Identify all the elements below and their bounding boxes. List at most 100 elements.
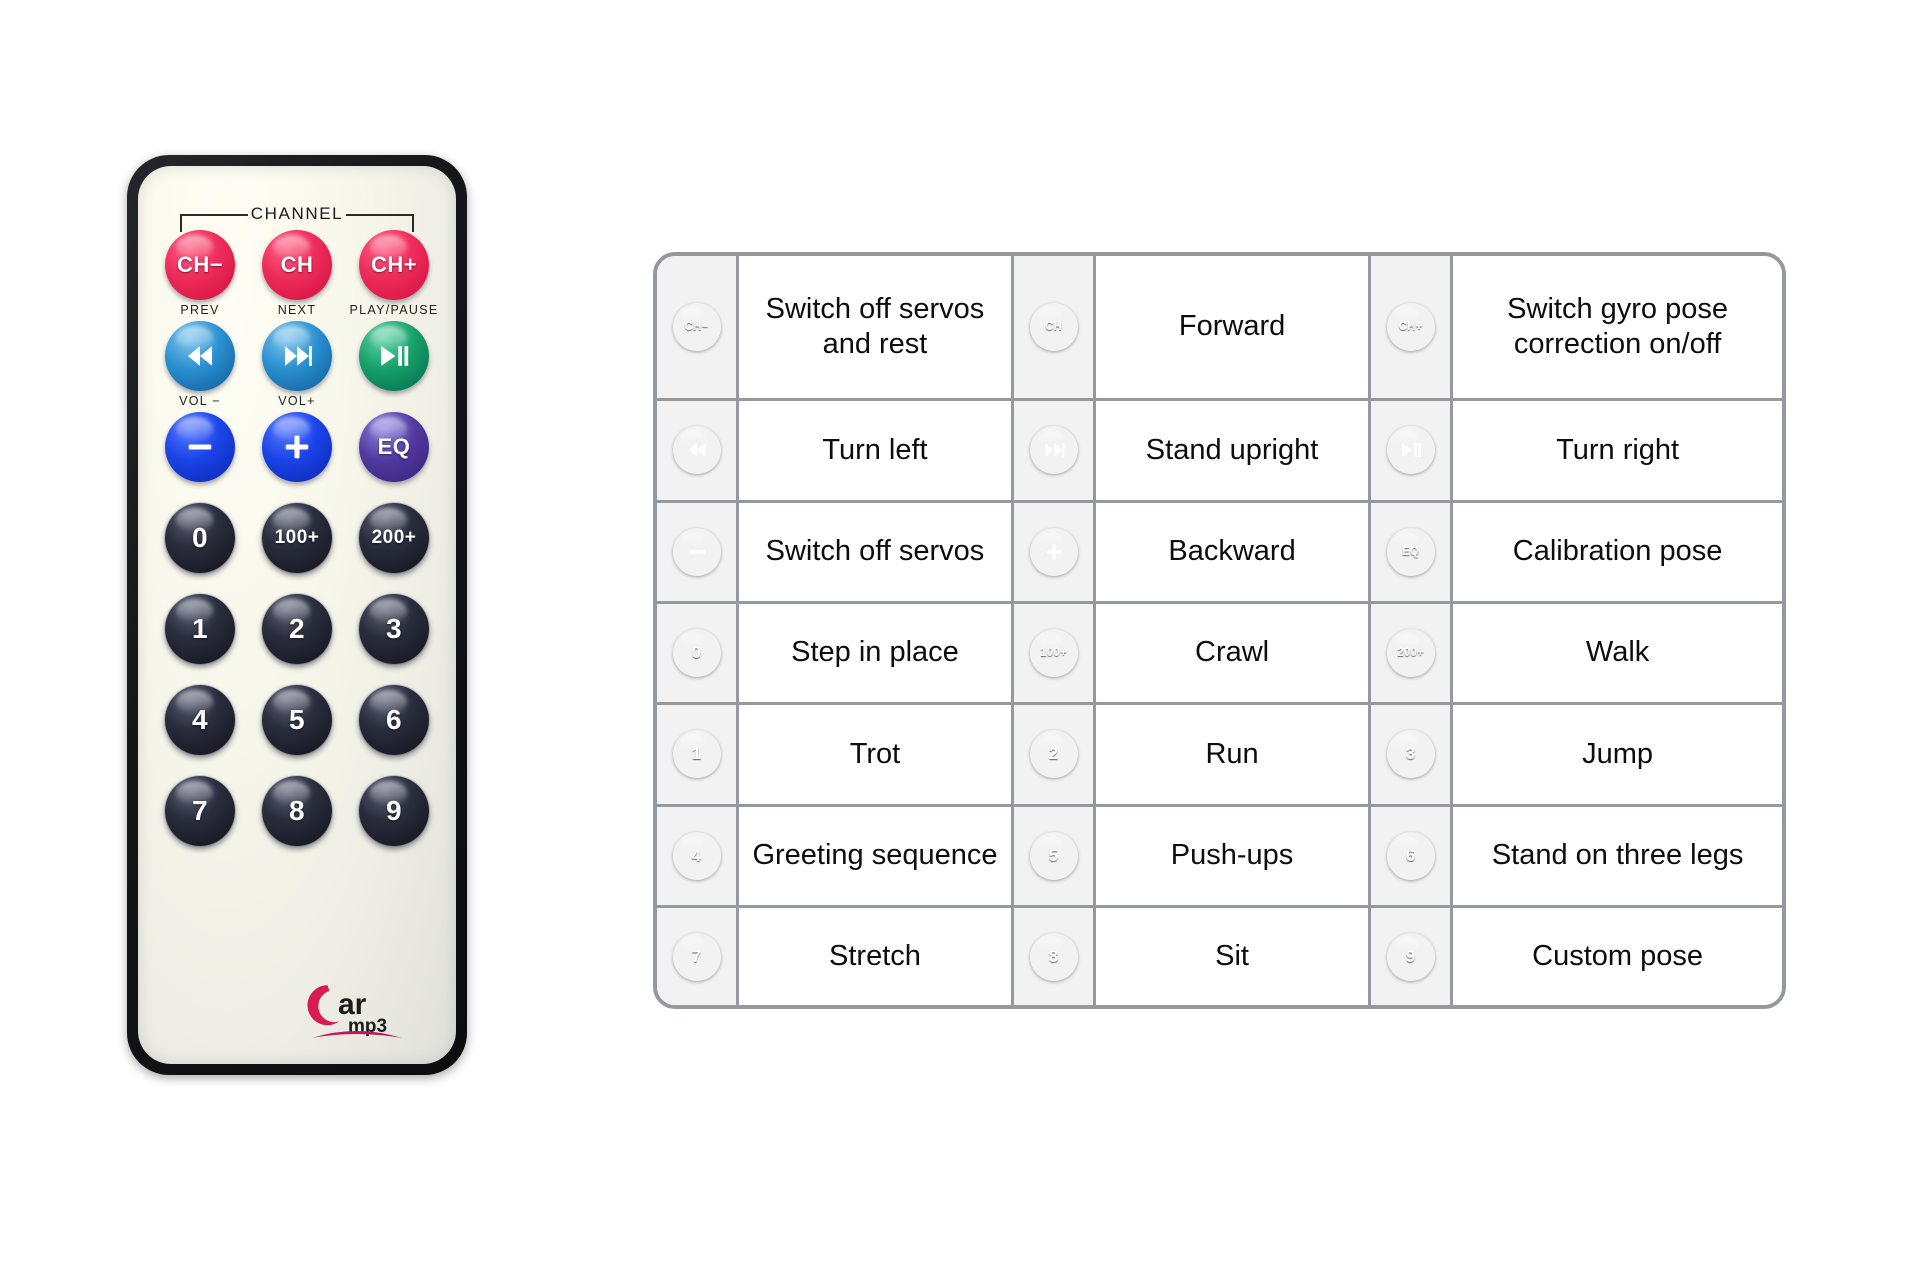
- legend-description-cell: Custom pose: [1450, 905, 1782, 1005]
- remote-button-100-plus[interactable]: 100+: [262, 503, 332, 573]
- remote-button-next-track-glyph-icon: [280, 339, 314, 373]
- remote-button-1-label: 1: [191, 613, 209, 644]
- remote-button-6[interactable]: 6: [359, 685, 429, 755]
- remote-button-plus[interactable]: [262, 412, 332, 482]
- remote-button-minus-glyph-icon: [183, 430, 217, 464]
- legend-icon-cell: 200+: [1368, 600, 1454, 706]
- legend-icon-prev-track: [673, 426, 721, 474]
- legend-description-cell: Jump: [1450, 702, 1782, 807]
- legend-description-cell: Stretch: [736, 905, 1014, 1005]
- remote-button-cell: 2: [253, 594, 341, 681]
- remote-button-ch-minus-sublabel: PREV: [180, 303, 220, 317]
- legend-icon-ch-plus: CH+: [1387, 303, 1435, 351]
- remote-button-1[interactable]: 1: [165, 594, 235, 664]
- remote-button-row: 0 100+ 200+: [156, 503, 438, 590]
- table-row: Switch off servos Backward EQ Calibration p…: [657, 499, 1782, 604]
- remote-button-next-track[interactable]: [262, 321, 332, 391]
- remote-button-cell: 9: [350, 776, 438, 863]
- remote-button-cell: 200+: [350, 503, 438, 590]
- legend-icon-cell: 0: [657, 600, 739, 706]
- legend-icon-cell: 100+: [1010, 600, 1097, 706]
- remote-button-cell: 6: [350, 685, 438, 772]
- remote-button-cell: VOL+: [253, 321, 341, 408]
- legend-description-cell: Backward: [1093, 499, 1372, 604]
- legend-description-cell: Run: [1093, 702, 1372, 807]
- legend-icon-1: 1: [673, 730, 721, 778]
- legend-description-cell: Sit: [1093, 905, 1372, 1005]
- remote-button-2-label: 2: [288, 613, 306, 644]
- legend-icon-eq-label: EQ: [1402, 545, 1420, 558]
- legend-icon-eq: EQ: [1387, 528, 1435, 576]
- remote-button-200-plus[interactable]: 200+: [359, 503, 429, 573]
- remote-button-7[interactable]: 7: [165, 776, 235, 846]
- legend-description-cell: Push-ups: [1093, 803, 1372, 909]
- remote-button-minus[interactable]: [165, 412, 235, 482]
- remote-button-cell: 1: [156, 594, 244, 681]
- remote-button-cell: 100+: [253, 503, 341, 590]
- legend-description-cell: Stand on three legs: [1450, 803, 1782, 909]
- remote-button-cell: [350, 321, 438, 408]
- remote-button-plus-glyph-icon: [280, 430, 314, 464]
- remote-button-play-pause[interactable]: [359, 321, 429, 391]
- remote-button-ch-plus[interactable]: CH+: [359, 230, 429, 300]
- legend-icon-cell: EQ: [1368, 499, 1454, 604]
- legend-description-cell: Step in place: [736, 600, 1014, 706]
- remote-button-cell: 8: [253, 776, 341, 863]
- legend-icon-cell: [1010, 398, 1097, 503]
- remote-button-cell: CH+ PLAY/PAUSE: [350, 230, 438, 317]
- remote-button-cell: VOL −: [156, 321, 244, 408]
- legend-icon-8: 8: [1030, 933, 1078, 981]
- remote-button-cell: CH− PREV: [156, 230, 244, 317]
- legend-icon-200-plus: 200+: [1387, 629, 1435, 677]
- legend-description-cell: Greeting sequence: [736, 803, 1014, 909]
- remote-button-8[interactable]: 8: [262, 776, 332, 846]
- legend-icon-0-label: 0: [691, 643, 702, 663]
- command-legend-card: CH− Switch off servos and rest CH Forward CH…: [653, 252, 1786, 1009]
- remote-button-grid: CH− PREV CH NEXT CH+ PLAY/PAUSE VOL − VOL+ EQ 0 10…: [156, 230, 438, 867]
- remote-button-4-label: 4: [191, 704, 209, 735]
- remote-button-prev-track[interactable]: [165, 321, 235, 391]
- legend-description-cell: Trot: [736, 702, 1014, 807]
- remote-button-cell: [253, 412, 341, 499]
- remote-button-row: 1 2 3: [156, 594, 438, 681]
- legend-description-cell: Crawl: [1093, 600, 1372, 706]
- remote-button-ch-minus[interactable]: CH−: [165, 230, 235, 300]
- legend-icon-6-label: 6: [1405, 845, 1416, 865]
- remote-button-7-label: 7: [191, 795, 209, 826]
- remote-button-ch-minus-label: CH−: [176, 252, 224, 277]
- legend-icon-plus-glyph-icon: [1042, 540, 1066, 564]
- remote-button-100-plus-label: 100+: [274, 527, 320, 548]
- legend-icon-cell: [657, 398, 739, 503]
- legend-icon-7: 7: [673, 933, 721, 981]
- remote-button-cell: 7: [156, 776, 244, 863]
- remote-button-8-label: 8: [288, 795, 306, 826]
- remote-button-cell: CH NEXT: [253, 230, 341, 317]
- legend-description-cell: Walk: [1450, 600, 1782, 706]
- remote-button-5[interactable]: 5: [262, 685, 332, 755]
- remote-button-ch[interactable]: CH: [262, 230, 332, 300]
- remote-button-next-track-sublabel: VOL+: [278, 394, 316, 408]
- legend-icon-cell: 6: [1368, 803, 1454, 909]
- table-row: 4 Greeting sequence 5 Push-ups 6 Stand on thr…: [657, 803, 1782, 909]
- remote-button-cell: 4: [156, 685, 244, 772]
- remote-button-9[interactable]: 9: [359, 776, 429, 846]
- remote-button-ch-plus-label: CH+: [370, 252, 418, 277]
- legend-icon-8-label: 8: [1048, 946, 1059, 966]
- legend-icon-cell: 9: [1368, 905, 1454, 1005]
- remote-button-5-label: 5: [288, 704, 306, 735]
- remote-button-0[interactable]: 0: [165, 503, 235, 573]
- legend-description-cell: Stand upright: [1093, 398, 1372, 503]
- remote-button-eq[interactable]: EQ: [359, 412, 429, 482]
- remote-button-4[interactable]: 4: [165, 685, 235, 755]
- legend-icon-cell: CH+: [1368, 256, 1454, 402]
- legend-description-cell: Switch gyro pose correction on/off: [1450, 256, 1782, 402]
- remote-button-cell: EQ: [350, 412, 438, 499]
- table-row: 1 Trot 2 Run 3 Jump: [657, 702, 1782, 807]
- remote-button-3[interactable]: 3: [359, 594, 429, 664]
- legend-icon-cell: 8: [1010, 905, 1097, 1005]
- remote-button-row: 7 8 9: [156, 776, 438, 863]
- legend-icon-minus: [673, 528, 721, 576]
- legend-description-cell: Turn right: [1450, 398, 1782, 503]
- remote-button-2[interactable]: 2: [262, 594, 332, 664]
- remote-button-row: CH− PREV CH NEXT CH+ PLAY/PAUSE: [156, 230, 438, 317]
